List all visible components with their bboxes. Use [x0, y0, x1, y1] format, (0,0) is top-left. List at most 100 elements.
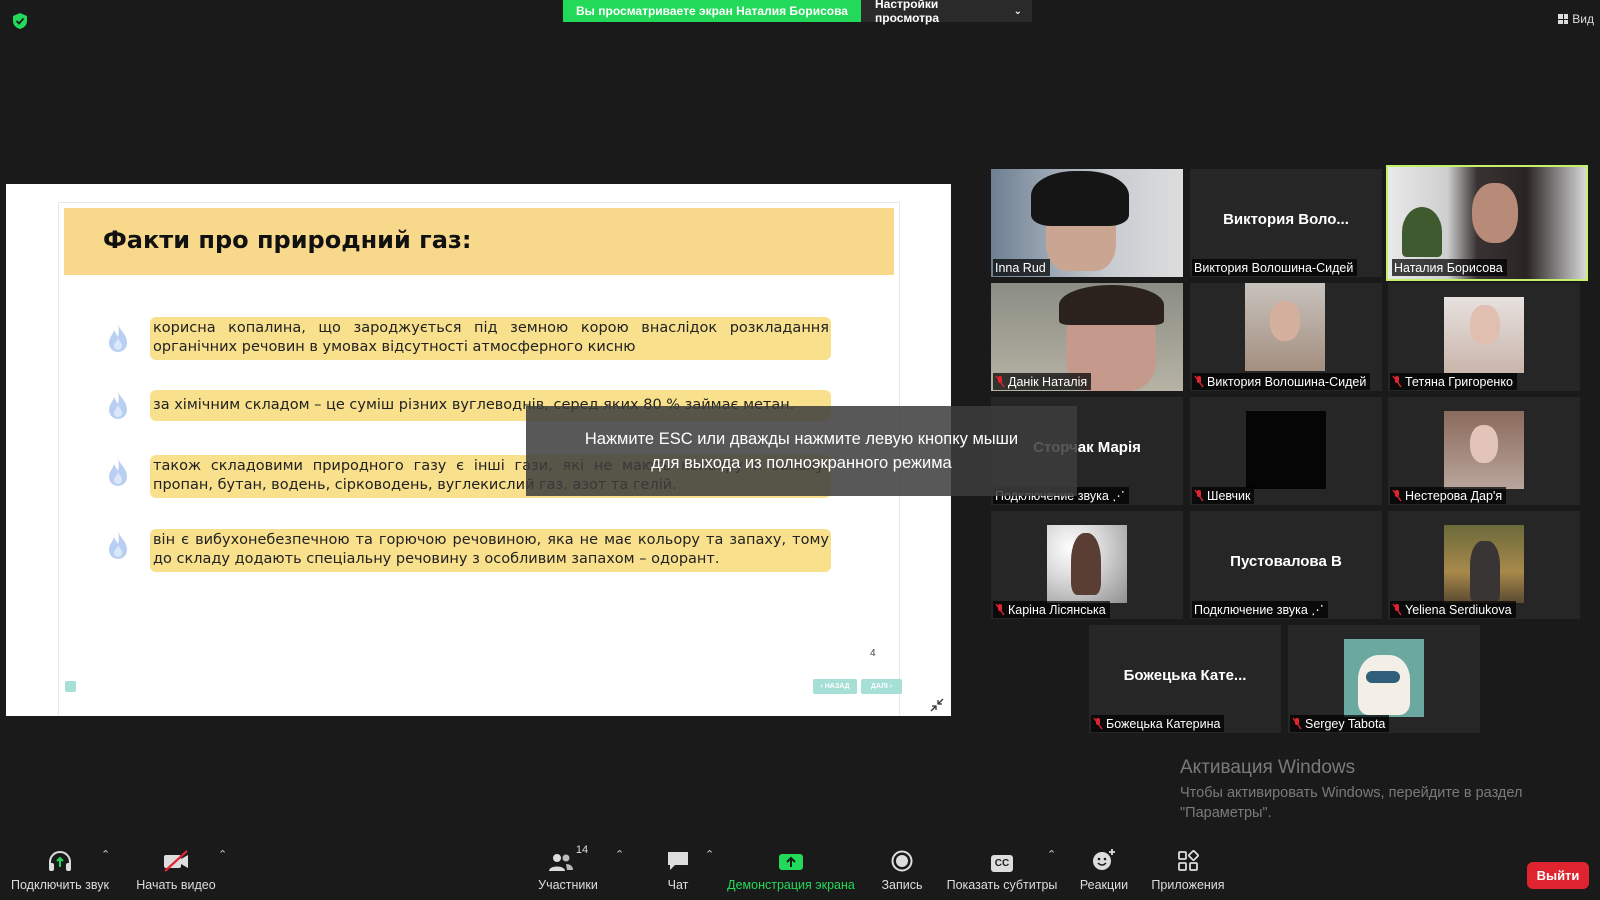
participant-name-label: Наталия Борисова [1392, 259, 1507, 276]
participant-display-name: Божецька Кате... [1123, 667, 1247, 684]
participant-video [1472, 183, 1518, 243]
participants-icon [548, 854, 573, 871]
flame-icon [109, 391, 127, 419]
hint-line: для выхода из полноэкранного режима [651, 454, 952, 472]
participant-name-label: Sergey Tabota [1290, 715, 1390, 732]
muted-mic-icon [1292, 717, 1302, 730]
chat-options-caret[interactable]: ⌃ [705, 848, 714, 861]
muted-mic-icon [1194, 375, 1204, 388]
participant-tile[interactable]: Пустовалова В Подключение звука ⋰ [1190, 511, 1382, 619]
security-shield-icon[interactable] [12, 12, 28, 30]
closed-captions-icon: CC [990, 855, 1014, 872]
participant-name: Каріна Лісянська [1008, 602, 1106, 617]
captions-options-caret[interactable]: ⌃ [1047, 848, 1056, 861]
participant-photo [1358, 655, 1410, 715]
view-button-label: Вид [1572, 12, 1594, 26]
muted-mic-icon [1093, 717, 1103, 730]
slide-back-button[interactable]: ‹ НАЗАД [813, 679, 857, 694]
participant-video [1059, 285, 1164, 325]
reactions-button[interactable]: Реакции [1076, 842, 1132, 892]
participant-name: Нестерова Дар'я [1405, 488, 1503, 503]
view-button[interactable]: Вид [1558, 10, 1594, 28]
participant-display-name: Виктория Воло... [1223, 211, 1349, 228]
participant-name: Данік Наталія [1008, 374, 1088, 389]
participant-tile[interactable]: Данік Наталія [991, 283, 1183, 391]
muted-mic-icon [1392, 603, 1402, 616]
slide-header-band: Факти про природний газ: [64, 208, 894, 275]
flame-icon [109, 531, 127, 559]
start-video-button[interactable]: Начать видео [128, 842, 224, 892]
toolbar-label: Реакции [1079, 878, 1129, 892]
participant-name: Шевчик [1207, 488, 1251, 503]
participant-tile[interactable]: Нестерова Дар'я [1388, 397, 1580, 505]
participant-name: Sergey Tabota [1305, 716, 1386, 731]
grid-view-icon [1558, 14, 1569, 24]
participant-name-label: Шевчик [1192, 487, 1255, 504]
chat-button[interactable]: Чат [654, 842, 702, 892]
participant-name-label: Виктория Волошина-Сидей [1192, 259, 1358, 276]
captions-button[interactable]: CC Показать субтитры [945, 842, 1059, 892]
participant-photo [1246, 411, 1326, 489]
flame-icon [109, 458, 127, 486]
activation-line: Чтобы активировать Windows, перейдите в … [1180, 785, 1523, 801]
participant-name-label: Каріна Лісянська [993, 601, 1110, 618]
participant-name-label: Inna Rud [993, 259, 1050, 276]
participants-count: 14 [575, 844, 589, 856]
toolbar-label: Подключить звук [11, 878, 109, 892]
record-button[interactable]: Запись [877, 842, 927, 892]
exit-fullscreen-icon[interactable] [930, 698, 944, 712]
participant-photo [1366, 671, 1400, 683]
apps-icon [1178, 850, 1199, 871]
participant-name: Подключение звука ⋰ [1194, 603, 1324, 617]
join-audio-button[interactable]: Подключить звук [10, 842, 110, 892]
fact-item: він є вибухонебезпечною та горючою речов… [150, 529, 831, 572]
participant-name-label: Виктория Волошина-Сидей [1192, 373, 1371, 390]
participant-name: Божецька Катерина [1106, 716, 1221, 731]
smiley-plus-icon [1093, 849, 1115, 870]
slide-title: Факти про природний газ: [103, 226, 472, 254]
hint-line: Нажмите ESC или дважды нажмите левую кно… [584, 430, 1019, 448]
participant-name: Виктория Волошина-Сидей [1207, 374, 1367, 389]
participant-tile[interactable]: Божецька Кате... Божецька Катерина [1089, 625, 1281, 733]
participant-photo [1470, 425, 1498, 463]
flame-icon [109, 324, 127, 352]
active-speaker-tile[interactable]: Наталия Борисова [1386, 165, 1588, 281]
participant-tile[interactable]: Тетяна Григоренко [1388, 283, 1580, 391]
participant-name: Inna Rud [995, 260, 1046, 275]
view-settings-dropdown[interactable]: Настройки просмотра ⌄ [861, 0, 1032, 25]
participant-name-label: Тетяна Григоренко [1390, 373, 1517, 390]
participant-name-label: Данік Наталія [993, 373, 1092, 390]
toolbar-label: Начать видео [136, 878, 216, 892]
participant-tile[interactable]: Каріна Лісянська [991, 511, 1183, 619]
share-screen-button[interactable]: Демонстрация экрана [726, 842, 856, 892]
participant-name-label: Подключение звука ⋰ [1192, 601, 1328, 618]
participant-video [1031, 171, 1129, 226]
fullscreen-icon[interactable] [65, 681, 76, 692]
toolbar-label: Приложения [1151, 878, 1225, 892]
video-options-caret[interactable]: ⌃ [218, 848, 227, 861]
participant-photo [1470, 305, 1500, 345]
muted-mic-icon [1194, 489, 1204, 502]
participant-name-label: Yeliena Serdiukova [1390, 601, 1516, 618]
participant-tile[interactable]: Sergey Tabota [1288, 625, 1480, 733]
participants-button[interactable]: 14 Участники [530, 842, 606, 892]
participants-options-caret[interactable]: ⌃ [615, 848, 624, 861]
audio-options-caret[interactable]: ⌃ [101, 848, 110, 861]
participant-tile[interactable]: Виктория Воло... Виктория Волошина-Сидей [1190, 169, 1382, 277]
participant-tile[interactable]: Yeliena Serdiukova [1388, 511, 1580, 619]
muted-mic-icon [995, 375, 1005, 388]
leave-meeting-button[interactable]: Выйти [1527, 862, 1589, 889]
participant-name-label: Божецька Катерина [1091, 715, 1225, 732]
participant-tile[interactable]: Шевчик [1190, 397, 1382, 505]
participant-name: Наталия Борисова [1394, 260, 1503, 275]
participant-name: Yeliena Serdiukova [1405, 602, 1512, 617]
fullscreen-exit-hint: Нажмите ESC или дважды нажмите левую кно… [526, 406, 1077, 496]
participant-tile[interactable]: Виктория Волошина-Сидей [1190, 283, 1382, 391]
meeting-toolbar: Подключить звук ⌃ Начать видео ⌃ 14 Учас… [0, 842, 1600, 900]
muted-mic-icon [1392, 489, 1402, 502]
slide-next-button[interactable]: ДАЛІ › [861, 679, 902, 694]
participant-tile[interactable]: Inna Rud [991, 169, 1183, 277]
apps-button[interactable]: Приложения [1148, 842, 1228, 892]
view-settings-label: Настройки просмотра [875, 0, 940, 25]
activation-line: "Параметры". [1180, 805, 1272, 821]
